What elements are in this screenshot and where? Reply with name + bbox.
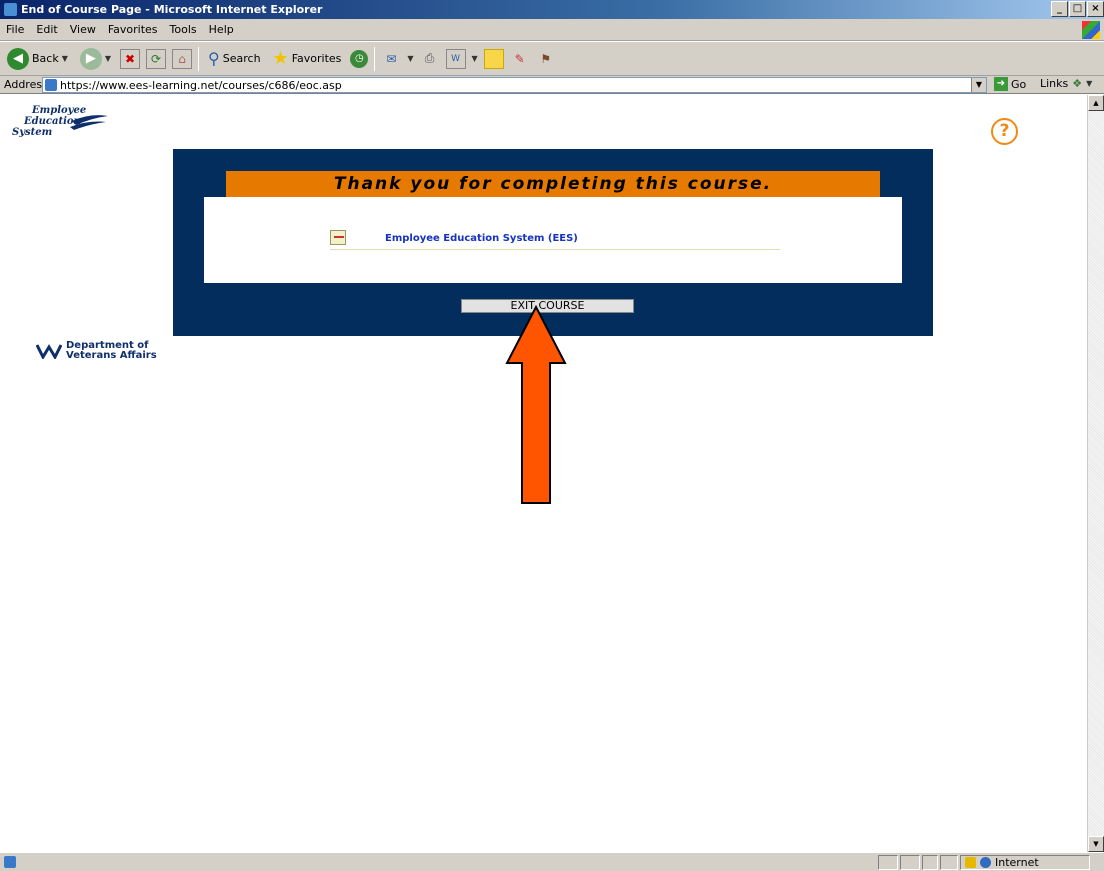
window-title: End of Course Page - Microsoft Internet … bbox=[21, 3, 323, 16]
scroll-up-icon[interactable]: ▲ bbox=[1088, 95, 1104, 111]
help-icon[interactable]: ? bbox=[991, 118, 1018, 145]
search-button[interactable]: ⚲ Search bbox=[205, 46, 264, 72]
menu-favorites[interactable]: Favorites bbox=[108, 23, 158, 36]
status-cell bbox=[922, 855, 938, 870]
back-dropdown-icon[interactable]: ▼ bbox=[62, 54, 68, 63]
zone-label: Internet bbox=[995, 856, 1039, 869]
security-zone: Internet bbox=[960, 855, 1090, 870]
globe-icon bbox=[980, 857, 991, 868]
links-dropdown-icon[interactable]: ▼ bbox=[1086, 79, 1092, 88]
lock-icon bbox=[965, 857, 976, 868]
window-titlebar: End of Course Page - Microsoft Internet … bbox=[0, 0, 1104, 19]
stop-icon[interactable]: ✖ bbox=[120, 48, 141, 69]
back-button[interactable]: ◀ Back ▼ bbox=[4, 46, 71, 72]
refresh-icon[interactable]: ⟳ bbox=[146, 48, 167, 69]
va-logo: Department of Veterans Affairs bbox=[36, 341, 157, 361]
toolbar-separator bbox=[198, 46, 200, 71]
mail-icon[interactable]: ✉ bbox=[381, 49, 401, 69]
search-icon: ⚲ bbox=[208, 49, 220, 68]
menu-file[interactable]: File bbox=[6, 23, 24, 36]
scroll-down-icon[interactable]: ▼ bbox=[1088, 836, 1104, 852]
menubar: File Edit View Favorites Tools Help bbox=[0, 19, 1104, 41]
toolbar-separator bbox=[374, 46, 376, 71]
callout-arrow bbox=[505, 305, 567, 504]
home-icon[interactable]: ⌂ bbox=[172, 48, 193, 69]
page-viewport: Employee Education System ? Department o… bbox=[0, 95, 1104, 852]
links-label: Links bbox=[1040, 77, 1069, 90]
status-bar: Internet bbox=[0, 852, 1104, 871]
course-row: Employee Education System (EES) bbox=[330, 230, 780, 250]
history-icon[interactable]: ◷ bbox=[350, 49, 369, 68]
windows-flag-icon bbox=[1082, 21, 1100, 39]
messenger-icon[interactable]: ⚑ bbox=[536, 49, 556, 69]
menu-tools[interactable]: Tools bbox=[170, 23, 197, 36]
forward-dropdown-icon[interactable]: ▼ bbox=[105, 54, 111, 63]
word-icon[interactable]: W bbox=[445, 48, 466, 69]
ie-icon bbox=[4, 3, 17, 16]
research-icon[interactable]: ✎ bbox=[510, 49, 530, 69]
va-emblem-icon bbox=[36, 344, 62, 359]
search-label: Search bbox=[222, 52, 261, 65]
discuss-icon[interactable] bbox=[483, 48, 504, 69]
status-cell bbox=[940, 855, 958, 870]
menu-edit[interactable]: Edit bbox=[36, 23, 57, 36]
menu-help[interactable]: Help bbox=[209, 23, 234, 36]
forward-button[interactable]: ▶ ▼ bbox=[77, 46, 114, 72]
print-icon[interactable]: ⎙ bbox=[420, 49, 440, 69]
url-dropdown-icon[interactable]: ▼ bbox=[971, 78, 986, 92]
va-line-2: Veterans Affairs bbox=[66, 350, 157, 361]
go-label: Go bbox=[1011, 77, 1027, 91]
ees-logo: Employee Education System bbox=[12, 105, 108, 141]
course-list-box: Employee Education System (EES) bbox=[204, 197, 902, 283]
mail-dropdown-icon[interactable]: ▼ bbox=[407, 54, 413, 63]
go-arrow-icon: ➜ bbox=[994, 77, 1008, 91]
back-arrow-icon: ◀ bbox=[7, 47, 29, 70]
course-link[interactable]: Employee Education System (EES) bbox=[385, 233, 578, 244]
links-button[interactable]: Links ❖ ▼ bbox=[1040, 77, 1092, 90]
url-text: https://www.ees-learning.net/courses/c68… bbox=[60, 78, 342, 92]
certificate-icon bbox=[330, 230, 346, 245]
url-input[interactable]: https://www.ees-learning.net/courses/c68… bbox=[42, 77, 987, 93]
menu-view[interactable]: View bbox=[70, 23, 96, 36]
close-button[interactable]: × bbox=[1087, 1, 1104, 17]
address-bar: Address https://www.ees-learning.net/cou… bbox=[0, 76, 1104, 94]
edit-dropdown-icon[interactable]: ▼ bbox=[472, 54, 478, 63]
forward-arrow-icon: ▶ bbox=[79, 47, 102, 70]
status-cell bbox=[878, 855, 898, 870]
ees-swoosh-icon bbox=[70, 115, 108, 130]
links-chevron-icon: ❖ bbox=[1072, 77, 1083, 90]
favorites-label: Favorites bbox=[291, 52, 342, 65]
status-cell bbox=[900, 855, 920, 870]
page-icon bbox=[45, 79, 57, 91]
status-page-icon bbox=[4, 856, 16, 868]
browser-toolbar: ◀ Back ▼ ▶ ▼ ✖ ⟳ ⌂ ⚲ Search ★ Favorites … bbox=[0, 42, 1104, 76]
maximize-button[interactable]: □ bbox=[1069, 1, 1086, 17]
vertical-scrollbar[interactable]: ▲ ▼ bbox=[1087, 95, 1104, 852]
completion-banner: Thank you for completing this course. bbox=[226, 171, 880, 197]
star-icon: ★ bbox=[272, 48, 289, 69]
favorites-button[interactable]: ★ Favorites bbox=[270, 46, 345, 72]
window-controls: _ □ × bbox=[1051, 1, 1104, 17]
minimize-button[interactable]: _ bbox=[1051, 1, 1068, 17]
go-button[interactable]: ➜ Go bbox=[994, 77, 1026, 91]
back-label: Back bbox=[32, 52, 59, 65]
